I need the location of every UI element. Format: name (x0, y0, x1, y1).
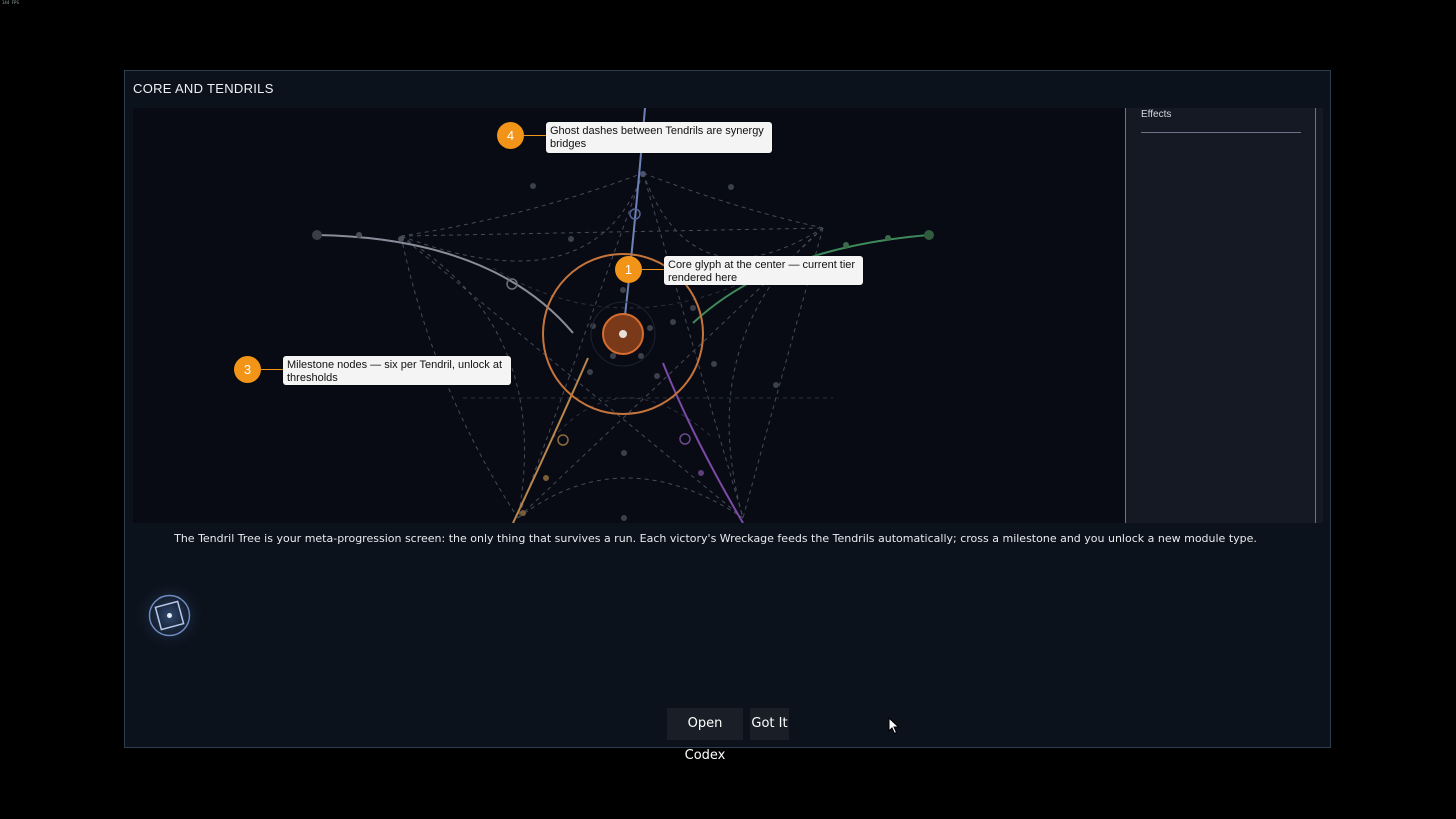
milestone-node[interactable] (640, 171, 646, 177)
callout-badge: 4 (497, 122, 524, 149)
fps-counter: 144 FPS (2, 0, 19, 5)
milestone-node[interactable] (312, 230, 322, 240)
tendril-left (316, 234, 574, 334)
callout-leader (642, 269, 664, 270)
tendril-tree-icon (133, 579, 206, 652)
effects-panel: Effects (1125, 108, 1323, 523)
milestone-node[interactable] (679, 433, 691, 445)
mouse-cursor-icon (888, 716, 900, 739)
milestone-node[interactable] (557, 434, 569, 446)
core-center (619, 330, 627, 338)
milestone-node[interactable] (543, 475, 549, 481)
tendril-tree-viewport[interactable]: 4 Ghost dashes between Tendrils are syne… (133, 108, 1125, 523)
callout-badge: 3 (234, 356, 261, 383)
tutorial-description: The Tendril Tree is your meta-progressio… (174, 532, 1257, 545)
milestone-node[interactable] (520, 510, 526, 516)
tutorial-dialog: CORE AND TENDRILS 4 Ghost dashes between… (124, 70, 1331, 763)
milestone-node[interactable] (924, 230, 934, 240)
milestone-node[interactable] (398, 236, 404, 242)
tendril-bottom-right (662, 362, 744, 523)
tendril-tree-graph[interactable] (133, 108, 1125, 523)
open-codex-button[interactable]: Open Codex (667, 708, 743, 763)
milestone-node[interactable] (843, 242, 849, 248)
got-it-button[interactable]: Got It (750, 708, 789, 740)
callout-badge: 1 (615, 256, 642, 283)
callout-text: Ghost dashes between Tendrils are synerg… (546, 122, 772, 153)
milestone-node[interactable] (698, 470, 704, 476)
callout-text: Milestone nodes — six per Tendril, unloc… (283, 356, 511, 385)
milestone-node[interactable] (356, 232, 362, 238)
milestone-node[interactable] (885, 235, 891, 241)
panel-scrollbar-track[interactable] (1315, 108, 1316, 523)
callout-leader (524, 135, 546, 136)
effects-divider (1141, 132, 1301, 133)
callout-text: Core glyph at the center — current tier … (664, 256, 863, 285)
effects-label: Effects (1141, 109, 1172, 120)
callout-leader (261, 369, 283, 370)
dialog-title: CORE AND TENDRILS (133, 81, 274, 96)
